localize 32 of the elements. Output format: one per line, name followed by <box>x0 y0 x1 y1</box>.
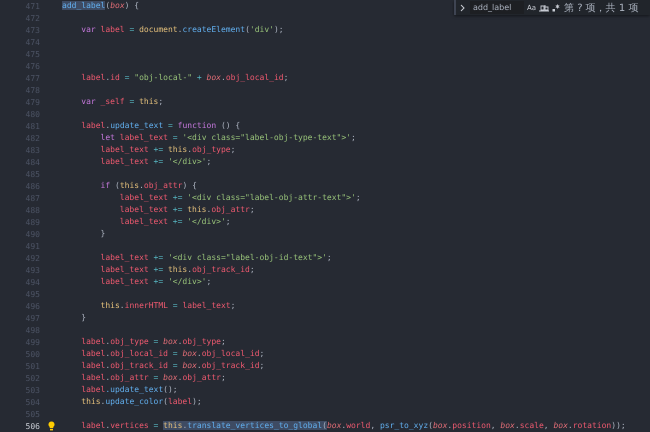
code-line: } <box>80 312 86 324</box>
code-line: var _self = this; <box>80 96 164 108</box>
code-line: label_text += '<div class="label-obj-id-text">'; <box>100 252 332 264</box>
code-line: this.update_color(label); <box>80 396 202 408</box>
whole-word-icon[interactable] <box>539 4 550 12</box>
code-line: label.update_text(); <box>80 384 178 396</box>
line-number: 506 <box>24 422 40 430</box>
code-line: label.obj_local_id = box.obj_local_id; <box>80 348 264 360</box>
code-line: label.id = "obj-local-" + box.obj_local_id; <box>80 72 288 84</box>
code-line: label.update_text = function () { <box>80 120 240 132</box>
code-line: let label_text = '<div class="label-obj-type-text">'; <box>100 132 356 144</box>
code-line: this.innerHTML = label_text; <box>100 300 236 312</box>
code-line: label_text += '</div>'; <box>118 216 231 228</box>
code-line: label.obj_attr = box.obj_attr; <box>80 372 226 384</box>
match-count: 第 ? 项，共 1 项 <box>564 2 638 14</box>
code-line: if (this.obj_attr) { <box>100 180 197 192</box>
code-line: add_label(box) { <box>62 0 140 12</box>
code-line: label_text += '</div>'; <box>100 276 212 288</box>
code-line: label.vertices = this.translate_vertices_to_global(box.world, psr_to_xyz(box.position, box.scale, box.rotation)); <box>80 420 626 432</box>
code-line: label_text += '</div>'; <box>100 156 212 168</box>
code-line: label_text += this.obj_attr; <box>118 204 255 216</box>
code-line: label_text += this.obj_track_id; <box>100 264 255 276</box>
find-field[interactable]: add_label <box>470 1 524 14</box>
code-line: label_text += this.obj_type; <box>100 144 236 156</box>
chevron-icon[interactable] <box>460 4 465 12</box>
code-line: var label = document.createElement('div'); <box>80 24 284 36</box>
lightbulb-icon[interactable] <box>48 421 54 431</box>
regex-icon[interactable] <box>552 4 560 12</box>
code-line: label.obj_type = box.obj_type; <box>80 336 226 348</box>
code-line: label_text += '<div class="label-obj-attr-text">'; <box>118 192 361 204</box>
code-line: label.obj_track_id = box.obj_track_id; <box>80 360 264 372</box>
code-line: } <box>100 228 106 240</box>
